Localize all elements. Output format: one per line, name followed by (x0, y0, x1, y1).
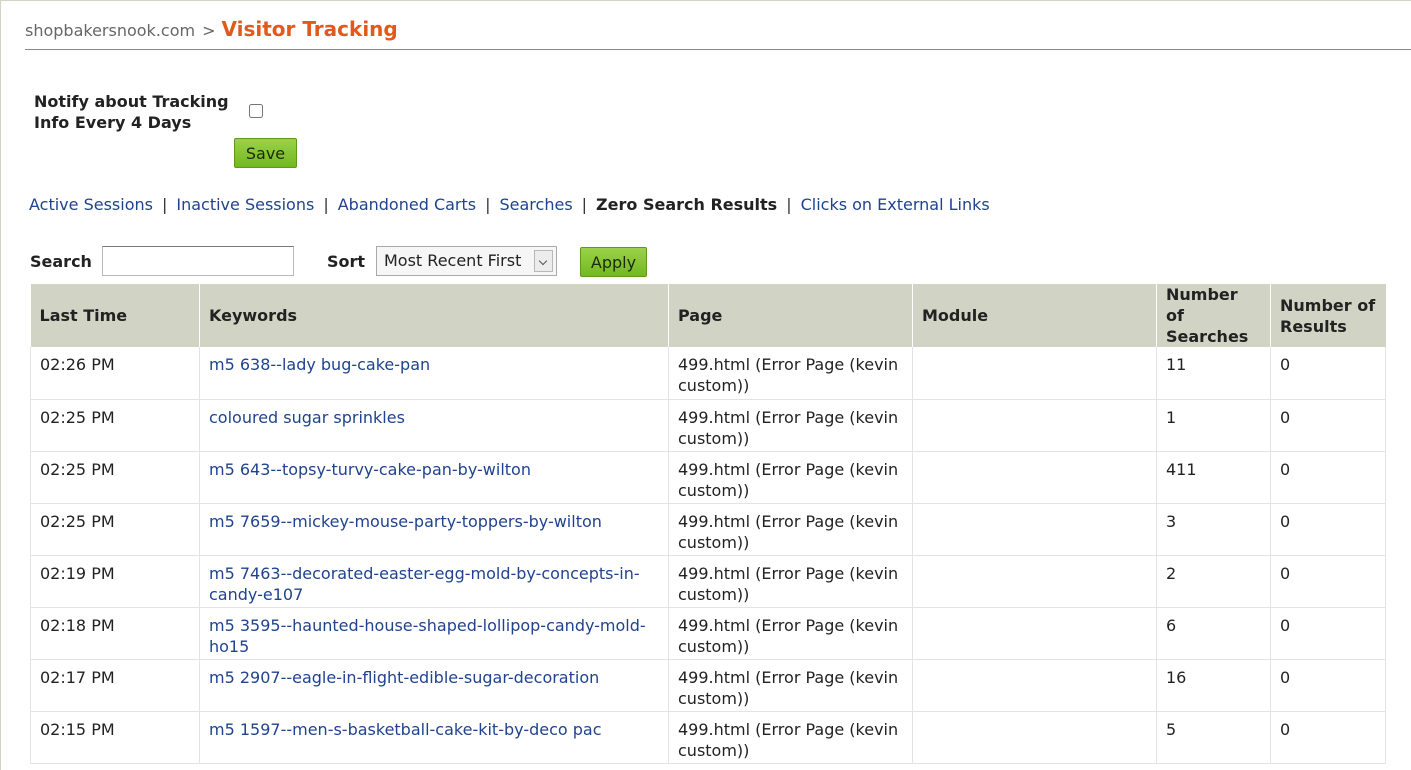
cell-number-of-searches: 3 (1156, 503, 1271, 556)
cell-number-of-searches: 16 (1156, 659, 1271, 712)
cell-page: 499.html (Error Page (kevin custom)) (668, 607, 913, 660)
page-title: Visitor Tracking (221, 17, 398, 41)
cell-keywords: m5 2907--eagle-in-flight-edible-sugar-de… (199, 659, 669, 712)
cell-page: 499.html (Error Page (kevin custom)) (668, 659, 913, 712)
cell-keywords: m5 1597--men-s-basketball-cake-kit-by-de… (199, 711, 669, 764)
table-row: 02:25 PM coloured sugar sprinkles 499.ht… (30, 399, 1386, 452)
cell-page: 499.html (Error Page (kevin custom)) (668, 399, 913, 452)
keyword-link[interactable]: m5 643--topsy-turvy-cake-pan-by-wilton (209, 460, 531, 479)
cell-number-of-results: 0 (1270, 659, 1386, 712)
cell-page: 499.html (Error Page (kevin custom)) (668, 503, 913, 556)
column-header-number-of-searches: Number of Searches (1156, 284, 1271, 347)
cell-number-of-results: 0 (1270, 399, 1386, 452)
cell-number-of-results: 0 (1270, 451, 1386, 504)
table-row: 02:15 PM m5 1597--men-s-basketball-cake-… (30, 711, 1386, 764)
cell-number-of-searches: 11 (1156, 347, 1271, 400)
table-row: 02:19 PM m5 7463--decorated-easter-egg-m… (30, 555, 1386, 608)
sort-select[interactable]: Most Recent First (376, 246, 557, 276)
tracking-tabs: Active Sessions | Inactive Sessions | Abando… (29, 194, 990, 216)
cell-page: 499.html (Error Page (kevin custom)) (668, 711, 913, 764)
cell-last-time: 02:26 PM (30, 347, 200, 400)
cell-keywords: m5 7463--decorated-easter-egg-mold-by-co… (199, 555, 669, 608)
table-row: 02:25 PM m5 7659--mickey-mouse-party-top… (30, 503, 1386, 556)
keyword-link[interactable]: m5 3595--haunted-house-shaped-lollipop-c… (209, 616, 646, 656)
tab-abandoned-carts[interactable]: Abandoned Carts (338, 195, 476, 214)
cell-page: 499.html (Error Page (kevin custom)) (668, 555, 913, 608)
table-row: 02:26 PM m5 638--lady bug-cake-pan 499.h… (30, 347, 1386, 400)
keyword-link[interactable]: coloured sugar sprinkles (209, 408, 405, 427)
cell-keywords: m5 638--lady bug-cake-pan (199, 347, 669, 400)
tab-separator: | (485, 195, 491, 214)
breadcrumb-site[interactable]: shopbakersnook.com (25, 21, 195, 40)
table-row: 02:25 PM m5 643--topsy-turvy-cake-pan-by… (30, 451, 1386, 504)
cell-number-of-searches: 2 (1156, 555, 1271, 608)
cell-last-time: 02:15 PM (30, 711, 200, 764)
cell-last-time: 02:18 PM (30, 607, 200, 660)
tab-separator: | (161, 195, 168, 214)
sort-label: Sort (327, 252, 366, 271)
cell-last-time: 02:17 PM (30, 659, 200, 712)
cell-page: 499.html (Error Page (kevin custom)) (668, 347, 913, 400)
tab-separator: | (786, 195, 792, 214)
apply-button[interactable]: Apply (580, 247, 647, 277)
keyword-link[interactable]: m5 7659--mickey-mouse-party-toppers-by-w… (209, 512, 602, 531)
cell-keywords: m5 643--topsy-turvy-cake-pan-by-wilton (199, 451, 669, 504)
tab-clicks-external-links[interactable]: Clicks on External Links (801, 195, 990, 214)
breadcrumb-separator: > (202, 21, 216, 40)
cell-number-of-searches: 1 (1156, 399, 1271, 452)
breadcrumb: shopbakersnook.com > Visitor Tracking (25, 17, 398, 45)
cell-number-of-searches: 411 (1156, 451, 1271, 504)
cell-last-time: 02:25 PM (30, 503, 200, 556)
tab-separator: | (581, 195, 588, 214)
tab-active-sessions[interactable]: Active Sessions (29, 195, 153, 214)
keyword-link[interactable]: m5 7463--decorated-easter-egg-mold-by-co… (209, 564, 640, 604)
tab-separator: | (323, 195, 329, 214)
cell-number-of-results: 0 (1270, 607, 1386, 660)
keyword-link[interactable]: m5 1597--men-s-basketball-cake-kit-by-de… (209, 720, 602, 739)
tab-zero-search-results: Zero Search Results (596, 195, 778, 214)
cell-module (912, 399, 1157, 452)
tab-searches[interactable]: Searches (500, 195, 573, 214)
table-header-row: Last Time Keywords Page Module Number of… (30, 284, 1386, 347)
keyword-link[interactable]: m5 2907--eagle-in-flight-edible-sugar-de… (209, 668, 599, 687)
cell-number-of-results: 0 (1270, 711, 1386, 764)
column-header-module: Module (912, 284, 1157, 347)
keyword-link[interactable]: m5 638--lady bug-cake-pan (209, 355, 430, 374)
cell-module (912, 711, 1157, 764)
cell-module (912, 555, 1157, 608)
notify-checkbox[interactable] (249, 104, 263, 118)
cell-module (912, 503, 1157, 556)
column-header-page: Page (668, 284, 913, 347)
cell-module (912, 659, 1157, 712)
zero-results-table: Last Time Keywords Page Module Number of… (30, 284, 1386, 764)
column-header-keywords: Keywords (199, 284, 669, 347)
cell-keywords: coloured sugar sprinkles (199, 399, 669, 452)
cell-module (912, 347, 1157, 400)
notify-label: Notify about Tracking Info Every 4 Days (34, 92, 229, 132)
column-header-last-time: Last Time (30, 284, 200, 347)
save-button[interactable]: Save (234, 138, 297, 168)
cell-keywords: m5 3595--haunted-house-shaped-lollipop-c… (199, 607, 669, 660)
table-row: 02:17 PM m5 2907--eagle-in-flight-edible… (30, 659, 1386, 712)
cell-page: 499.html (Error Page (kevin custom)) (668, 451, 913, 504)
search-input[interactable] (102, 246, 294, 276)
cell-module (912, 607, 1157, 660)
cell-last-time: 02:25 PM (30, 451, 200, 504)
tab-inactive-sessions[interactable]: Inactive Sessions (176, 195, 314, 214)
sort-selected-value: Most Recent First (384, 251, 522, 270)
cell-number-of-results: 0 (1270, 503, 1386, 556)
cell-module (912, 451, 1157, 504)
cell-last-time: 02:25 PM (30, 399, 200, 452)
cell-number-of-searches: 6 (1156, 607, 1271, 660)
cell-number-of-searches: 5 (1156, 711, 1271, 764)
cell-last-time: 02:19 PM (30, 555, 200, 608)
table-row: 02:18 PM m5 3595--haunted-house-shaped-l… (30, 607, 1386, 660)
header-divider (25, 49, 1411, 50)
search-label: Search (30, 252, 92, 271)
chevron-down-icon[interactable] (534, 250, 553, 272)
column-header-number-of-results: Number of Results (1270, 284, 1386, 347)
cell-keywords: m5 7659--mickey-mouse-party-toppers-by-w… (199, 503, 669, 556)
cell-number-of-results: 0 (1270, 347, 1386, 400)
cell-number-of-results: 0 (1270, 555, 1386, 608)
